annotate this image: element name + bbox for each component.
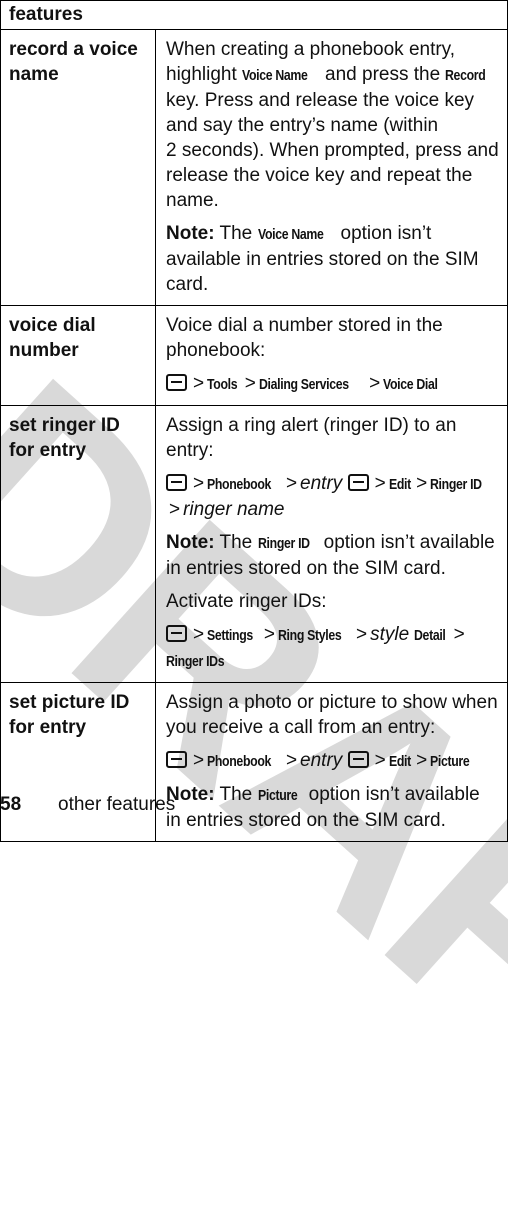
description-paragraph: Note: The Voice Name option isn’t availa… (166, 221, 499, 297)
placeholder-text: entry (300, 750, 348, 771)
description-paragraph: > Phonebook > entry > Edit > Picture (166, 748, 499, 774)
body-text: Assign a ring alert (ringer ID) to an en… (166, 415, 457, 461)
menu-option-label: Ring Styles (277, 627, 342, 644)
menu-option-label: Voice Name (257, 226, 324, 243)
menu-option-label: Dialing Services (258, 376, 349, 393)
page-footer: 58 other features (0, 794, 175, 816)
menu-key-icon (166, 751, 187, 768)
menu-option-label: Picture (430, 753, 470, 770)
menu-separator: > (374, 473, 386, 494)
table-row: set picture ID for entry Assign a photo o… (0, 682, 508, 842)
note-label: Note: (166, 532, 215, 553)
menu-separator: > (369, 373, 381, 394)
description-paragraph: Voice dial a number stored in the phoneb… (166, 313, 499, 363)
description-paragraph: Activate ringer IDs: (166, 589, 499, 614)
page-number: 58 (0, 794, 22, 815)
menu-separator: > (285, 473, 298, 494)
feature-description: Assign a photo or picture to show when y… (155, 682, 508, 842)
menu-separator: > (193, 473, 205, 494)
description-paragraph: Note: The Picture option isn’t available… (166, 782, 499, 833)
menu-separator: > (416, 473, 428, 494)
menu-option-label: Ringer IDs (166, 653, 225, 670)
feature-description: Voice dial a number stored in the phoneb… (155, 305, 508, 406)
menu-key-icon (347, 474, 369, 491)
placeholder-text: entry (300, 473, 348, 494)
placeholder-text: ringer name (183, 499, 285, 520)
menu-key-icon (166, 625, 187, 642)
menu-option-label: Ringer ID (257, 535, 310, 552)
menu-separator: > (416, 750, 428, 771)
feature-description: When creating a phonebook entry, highlig… (155, 29, 508, 306)
feature-name: set picture ID for entry (0, 682, 156, 842)
menu-key-icon (347, 751, 369, 768)
menu-option-label: Edit (388, 476, 411, 493)
menu-separator: > (169, 499, 181, 520)
menu-option-label: Ringer ID (430, 476, 483, 493)
menu-option-label: Phonebook (207, 476, 272, 493)
menu-option-label: Edit (388, 753, 411, 770)
menu-separator: > (263, 624, 275, 645)
description-paragraph: > Phonebook > entry > Edit > Ringer ID> ringer … (166, 471, 499, 522)
menu-option-label: Detail (414, 627, 447, 644)
table-row: voice dial number Voice dial a number sto… (0, 305, 508, 406)
note-label: Note: (166, 223, 215, 244)
body-text: Assign a photo or picture to show when y… (166, 692, 498, 738)
menu-separator: > (356, 624, 368, 645)
menu-option-label: Picture (257, 787, 298, 804)
placeholder-text: style (370, 624, 415, 645)
description-paragraph: Assign a photo or picture to show when y… (166, 690, 499, 740)
menu-separator: > (193, 750, 205, 771)
body-text: The (214, 784, 258, 805)
feature-description: Assign a ring alert (ringer ID) to an en… (155, 405, 508, 683)
menu-option-label: Phonebook (207, 753, 272, 770)
menu-option-label: Voice Dial (383, 376, 438, 393)
body-text: Activate ringer IDs: (166, 591, 327, 612)
body-text: and press the (319, 64, 446, 85)
table-row: record a voice name When creating a phone… (0, 29, 508, 306)
body-text: key. Press and release the voice key and… (166, 90, 499, 211)
menu-separator: > (374, 750, 386, 771)
features-table: features record a voice name When creatin… (0, 0, 508, 842)
feature-name: voice dial number (0, 305, 156, 406)
table-row: set ringer ID for entry Assign a ring ale… (0, 405, 508, 683)
menu-option-label: Settings (207, 627, 254, 644)
menu-key-icon (166, 474, 187, 491)
description-paragraph: Note: The Ringer ID option isn’t availab… (166, 530, 499, 581)
menu-separator: > (244, 373, 256, 394)
feature-name: record a voice name (0, 29, 156, 306)
table-header: features (0, 0, 508, 30)
feature-name: set ringer ID for entry (0, 405, 156, 683)
menu-option-label: Voice Name (242, 67, 308, 84)
menu-separator: > (193, 624, 205, 645)
menu-key-icon (166, 374, 187, 391)
body-text: The (214, 532, 258, 553)
body-text: Voice dial a number stored in the phoneb… (166, 315, 443, 361)
description-paragraph: Assign a ring alert (ringer ID) to an en… (166, 413, 499, 463)
table-header-row: features (0, 0, 508, 30)
menu-option-label: Tools (207, 376, 238, 393)
description-paragraph: When creating a phonebook entry, highlig… (166, 37, 499, 213)
section-title: other features (58, 794, 176, 815)
menu-separator: > (453, 624, 465, 645)
body-text: The (214, 223, 258, 244)
description-paragraph: > Tools > Dialing Services > Voice Dial (166, 371, 499, 397)
menu-separator: > (285, 750, 298, 771)
menu-option-label: Record (445, 67, 486, 84)
description-paragraph: > Settings > Ring Styles > style Detail >Ringe… (166, 622, 499, 674)
menu-separator: > (193, 373, 205, 394)
